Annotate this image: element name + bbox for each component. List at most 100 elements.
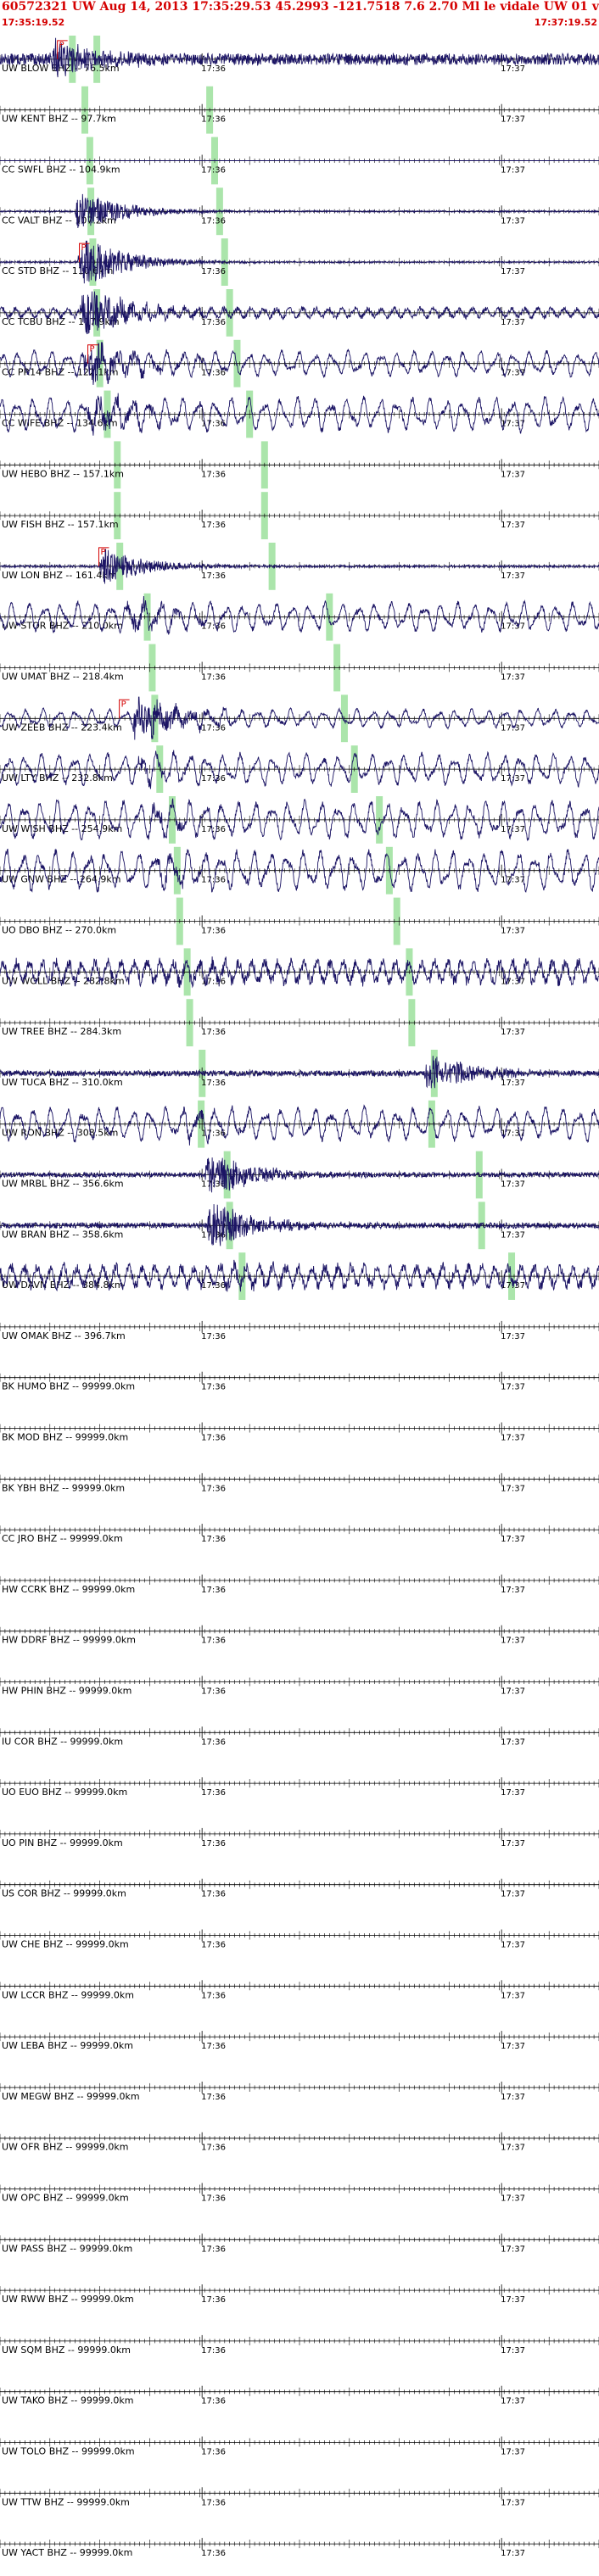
trace-row: 17:36 17:37 UW RWW BHZ -- 99999.0km (0, 2284, 599, 2305)
trace-row: 17:36 17:37UW LTY BHZ -- 232.8km (0, 750, 599, 789)
minute-label: 17:36 (201, 1636, 226, 1646)
minute-label: 17:37 (501, 1332, 525, 1341)
minute-label: 17:37 (501, 1636, 525, 1646)
minute-label: 17:37 (501, 470, 525, 479)
minute-label: 17:36 (201, 267, 226, 276)
trace-row: 17:36 17:37UW BLOW BHZ -- 76.5kmP (0, 37, 599, 78)
minute-label: 17:36 (201, 2194, 226, 2204)
minute-label: 17:37 (501, 622, 525, 632)
minute-label: 17:36 (201, 2093, 226, 2102)
trace-row: 17:36 17:37 UW LEBA BHZ -- 99999.0km (0, 2031, 599, 2051)
minute-label: 17:37 (501, 2144, 525, 2153)
trace-row: 17:36 17:37 IU COR BHZ -- 99999.0km (0, 1726, 599, 1747)
station-label: CC WIFE BHZ -- 134.6km (2, 418, 118, 429)
window-end-time: 17:37:19.52 (534, 17, 597, 28)
minute-label: 17:37 (501, 115, 525, 125)
trace-row: 17:36 17:37UW RON BHZ -- 308.5km (0, 1104, 599, 1146)
station-label: UW SQM BHZ -- 99999.0km (2, 2345, 131, 2356)
minute-label: 17:36 (201, 876, 226, 885)
trace-row: 17:36 17:37 UW HEBO BHZ -- 157.1km (0, 459, 599, 479)
trace-row: 17:36 17:37 US COR BHZ -- 99999.0km (0, 1878, 599, 1899)
minute-label: 17:37 (501, 1737, 525, 1747)
station-label: HW PHIN BHZ -- 99999.0km (2, 1686, 132, 1697)
trace-row: 17:36 17:37 UW OPC BHZ -- 99999.0km (0, 2183, 599, 2204)
minute-label: 17:37 (501, 2397, 525, 2406)
minute-label: 17:37 (501, 2448, 525, 2457)
station-label: BK HUMO BHZ -- 99999.0km (2, 1381, 135, 1392)
minute-label: 17:36 (201, 2549, 226, 2558)
station-label: HW CCRK BHZ -- 99999.0km (2, 1584, 135, 1595)
minute-label: 17:37 (501, 369, 525, 378)
station-label: UW RWW BHZ -- 99999.0km (2, 2294, 134, 2305)
minute-label: 17:36 (201, 2042, 226, 2051)
minute-label: 17:36 (201, 1383, 226, 1392)
trace-row: 17:36 17:37 UW TOLO BHZ -- 99999.0km (0, 2436, 599, 2457)
minute-label: 17:36 (201, 2498, 226, 2507)
station-label: UW LON BHZ -- 161.4km (2, 570, 116, 581)
trace-row: 17:36 17:37CC WIFE BHZ -- 134.6km (0, 393, 599, 436)
minute-label: 17:36 (201, 1079, 226, 1088)
station-label: UW BRAN BHZ -- 358.6km (2, 1229, 123, 1240)
minute-label: 17:37 (501, 2549, 525, 2558)
trace-row: 17:36 17:37 UW OFR BHZ -- 99999.0km (0, 2132, 599, 2153)
trace-row: 17:36 17:37 UW YACT BHZ -- 99999.0km (0, 2538, 599, 2558)
trace-row: 17:36 17:37 BK HUMO BHZ -- 99999.0km (0, 1371, 599, 1392)
minute-label: 17:37 (501, 1890, 525, 1899)
minute-label: 17:37 (501, 1383, 525, 1392)
station-label: BK MOD BHZ -- 99999.0km (2, 1432, 128, 1443)
station-label: UW TAKO BHZ -- 99999.0km (2, 2395, 133, 2406)
minute-label: 17:37 (501, 1535, 525, 1544)
trace-row: 17:36 17:37 BK YBH BHZ -- 99999.0km (0, 1473, 599, 1493)
minute-label: 17:36 (201, 1028, 226, 1037)
station-label: UW OMAK BHZ -- 396.7km (2, 1330, 126, 1341)
station-label: UO PIN BHZ -- 99999.0km (2, 1837, 123, 1848)
minute-label: 17:36 (201, 1737, 226, 1747)
minute-label: 17:36 (201, 1890, 226, 1899)
minute-label: 17:37 (501, 2498, 525, 2507)
trace-row: 17:36 17:37 UW TAKO BHZ -- 99999.0km (0, 2385, 599, 2406)
minute-label: 17:37 (501, 1839, 525, 1848)
station-label: UO DBO BHZ -- 270.0km (2, 925, 116, 936)
trace-row: 17:36 17:37 UW LCCR BHZ -- 99999.0km (0, 1980, 599, 2000)
trace-row: 17:36 17:37 UW UMAT BHZ -- 218.4km (0, 661, 599, 683)
minute-label: 17:37 (501, 2346, 525, 2356)
minute-label: 17:36 (201, 1839, 226, 1848)
plot-header: 60572321 UW Aug 14, 2013 17:35:29.53 45.… (0, 0, 599, 31)
minute-label: 17:36 (201, 318, 226, 327)
station-label: UW TREE BHZ -- 284.3km (2, 1026, 121, 1037)
station-label: UW OPC BHZ -- 99999.0km (2, 2193, 129, 2204)
minute-label: 17:36 (201, 2144, 226, 2153)
minute-label: 17:37 (501, 1230, 525, 1240)
station-label: IU COR BHZ -- 99999.0km (2, 1736, 123, 1747)
trace-row: 17:36 17:37 HW PHIN BHZ -- 99999.0km (0, 1676, 599, 1697)
station-label: UW TUCA BHZ -- 310.0km (2, 1077, 123, 1088)
station-label: UW ZEEB BHZ -- 223.4km (2, 722, 122, 733)
minute-label: 17:36 (201, 825, 226, 834)
pick-label: P (90, 345, 95, 354)
trace-row: 17:36 17:37UW WOLL BHZ -- 282.8km (0, 956, 599, 989)
minute-label: 17:37 (501, 521, 525, 530)
minute-label: 17:37 (501, 927, 525, 936)
station-label: US COR BHZ -- 99999.0km (2, 1888, 126, 1899)
pick-label: P (59, 41, 64, 50)
trace-row: 17:36 17:37UW WISH BHZ -- 254.9km (0, 798, 599, 842)
station-label: CC JRO BHZ -- 99999.0km (2, 1533, 123, 1544)
trace-row: 17:36 17:37 UO DBO BHZ -- 270.0km (0, 915, 599, 936)
minute-label: 17:37 (501, 2295, 525, 2305)
minute-label: 17:37 (501, 267, 525, 276)
trace-row: 17:36 17:37 BK MOD BHZ -- 99999.0km (0, 1422, 599, 1443)
station-label: UW LCCR BHZ -- 99999.0km (2, 1989, 134, 2000)
minute-label: 17:36 (201, 521, 226, 530)
trace-row: 17:36 17:37 UW CHE BHZ -- 99999.0km (0, 1929, 599, 1950)
trace-row: 17:36 17:37UW MRBL BHZ -- 356.6km (0, 1157, 599, 1193)
station-label: UW HEBO BHZ -- 157.1km (2, 468, 124, 479)
trace-row: 17:36 17:37 CC JRO BHZ -- 99999.0km (0, 1524, 599, 1544)
minute-label: 17:37 (501, 216, 525, 226)
minute-label: 17:37 (501, 1028, 525, 1037)
minute-label: 17:36 (201, 470, 226, 479)
trace-row: 17:36 17:37 UW MEGW BHZ -- 99999.0km (0, 2081, 599, 2102)
minute-label: 17:37 (501, 1687, 525, 1697)
minute-label: 17:37 (501, 723, 525, 733)
station-label: UW FISH BHZ -- 157.1km (2, 519, 119, 530)
trace-row: 17:36 17:37 UO EUO BHZ -- 99999.0km (0, 1777, 599, 1798)
